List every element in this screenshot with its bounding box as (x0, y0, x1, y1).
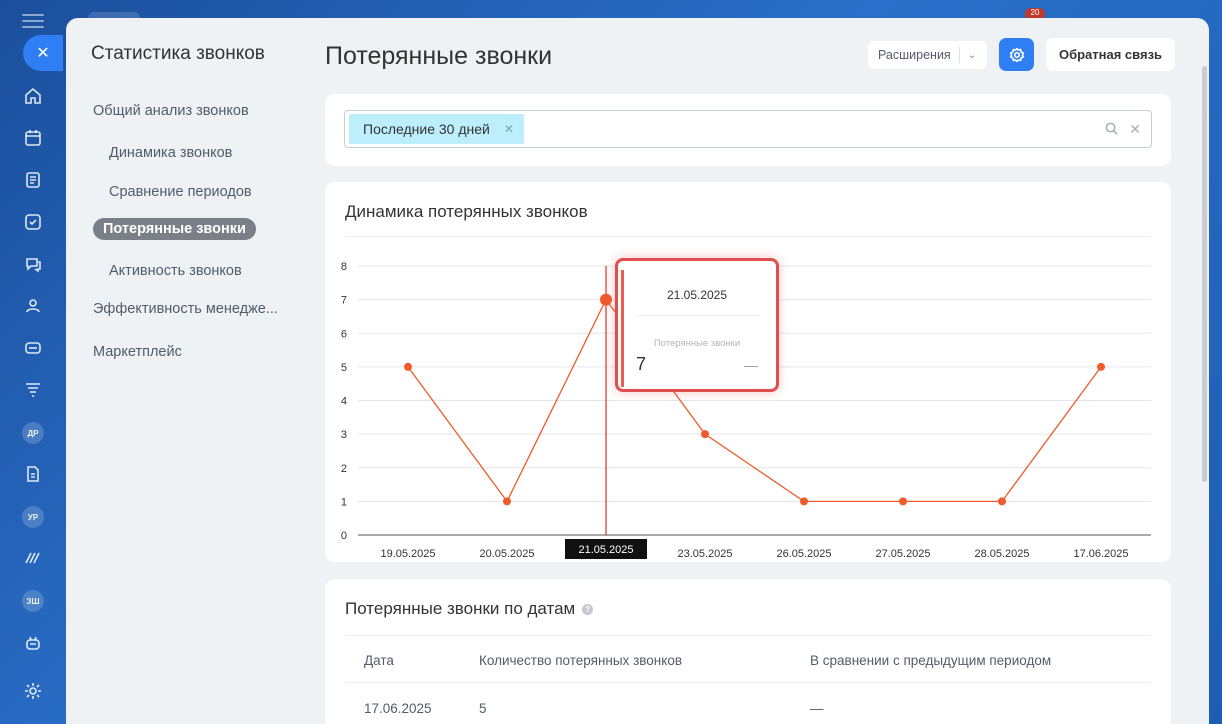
gear-icon (1009, 47, 1024, 62)
table-card: Потерянные звонки по датам ? Дата Количе… (325, 579, 1171, 724)
help-icon[interactable]: ? (582, 603, 594, 615)
nav-item-calls-dynamics[interactable]: Динамика звонков (109, 145, 232, 161)
scrollbar[interactable] (1202, 66, 1207, 482)
tooltip-value: 7 (636, 354, 647, 374)
x-highlight-label: 21.05.2025 (578, 544, 633, 556)
divider (345, 682, 1151, 683)
y-tick-label: 8 (341, 261, 347, 273)
tooltip-series-label: Потерянные звонки (653, 338, 741, 349)
settings-button[interactable] (999, 38, 1034, 71)
data-point[interactable] (899, 497, 907, 506)
search-icon[interactable] (1104, 121, 1119, 136)
tooltip-date: 21.05.2025 (666, 288, 728, 302)
nav-item-period-comparison[interactable]: Сравнение периодов (109, 184, 252, 200)
avatar[interactable]: ДР (22, 422, 44, 444)
data-point[interactable] (600, 293, 612, 306)
data-point[interactable] (998, 497, 1006, 506)
x-tick-label: 20.05.2025 (479, 548, 534, 560)
chart-tooltip: 21.05.2025 Потерянные звонки 7 — (615, 258, 779, 392)
y-tick-label: 0 (341, 530, 347, 542)
divider (634, 315, 760, 316)
data-point[interactable] (503, 497, 511, 506)
data-point[interactable] (701, 430, 709, 439)
tasks-icon[interactable] (22, 211, 44, 233)
document-icon[interactable] (22, 169, 44, 191)
nav-item-lost-calls[interactable]: Потерянные звонки (93, 218, 256, 240)
column-header-count[interactable]: Количество потерянных звонков (479, 653, 682, 668)
x-tick-label: 17.06.2025 (1073, 548, 1128, 560)
avatar[interactable]: УР (22, 506, 44, 528)
table-title: Потерянные звонки по датам ? (345, 599, 594, 619)
calendar-icon[interactable] (22, 127, 44, 149)
table-cell-comparison: — (810, 701, 824, 716)
data-point[interactable] (800, 497, 808, 506)
menu-icon[interactable] (22, 14, 44, 30)
feedback-button[interactable]: Обратная связь (1046, 38, 1175, 71)
y-tick-label: 7 (341, 295, 347, 307)
chevron-down-icon: ⌄ (967, 49, 977, 61)
filter-card: Последние 30 дней ✕ ✕ (325, 94, 1171, 166)
chat-icon[interactable] (22, 253, 44, 275)
table-title-text: Потерянные звонки по датам (345, 599, 576, 618)
avatar[interactable]: ЗШ (22, 590, 44, 612)
file-icon[interactable] (22, 463, 44, 485)
y-tick-label: 6 (341, 328, 347, 340)
nav-item-manager-efficiency[interactable]: Эффективность менедже... (93, 301, 278, 317)
search-input[interactable]: Последние 30 дней ✕ ✕ (344, 110, 1152, 148)
divider (958, 47, 960, 63)
x-tick-label: 23.05.2025 (677, 548, 732, 560)
y-tick-label: 5 (341, 362, 347, 374)
filter-chip-label: Последние 30 дней (363, 121, 490, 137)
x-tick-label: 27.05.2025 (875, 548, 930, 560)
x-tick-label: 26.05.2025 (776, 548, 831, 560)
data-point[interactable] (1097, 362, 1105, 371)
table-cell-date: 17.06.2025 (364, 701, 432, 716)
y-tick-label: 2 (341, 463, 347, 475)
filter-chip[interactable]: Последние 30 дней ✕ (349, 114, 524, 144)
page-title: Потерянные звонки (325, 42, 553, 70)
extensions-dropdown[interactable]: Расширения ⌄ (868, 41, 987, 69)
sidebar-title: Статистика звонков (91, 43, 265, 64)
nav-item-calls-activity[interactable]: Активность звонков (109, 263, 242, 279)
settings-icon[interactable] (22, 680, 44, 702)
column-header-date[interactable]: Дата (364, 653, 394, 668)
chart-card: Динамика потерянных звонков 0 1 2 3 4 5 6 7 8 19.… (325, 182, 1171, 562)
users-icon[interactable] (22, 295, 44, 317)
divider (345, 635, 1151, 636)
main-panel: Статистика звонков Общий анализ звонков … (66, 18, 1209, 724)
brand-icon[interactable] (22, 547, 44, 569)
close-button[interactable]: ✕ (23, 35, 63, 71)
robot-icon[interactable] (22, 632, 44, 654)
nav-item-marketplace[interactable]: Маркетплейс (93, 344, 182, 360)
tooltip-delta: — (744, 357, 758, 373)
y-tick-label: 4 (341, 396, 347, 408)
column-header-comparison[interactable]: В сравнении с предыдущим периодом (810, 653, 1051, 668)
nav-item-general-analysis[interactable]: Общий анализ звонков (93, 103, 249, 119)
funnel-icon[interactable] (22, 379, 44, 401)
crm-icon[interactable] (22, 337, 44, 359)
clear-icon[interactable]: ✕ (1129, 121, 1141, 138)
y-tick-label: 1 (341, 496, 347, 508)
table-cell-count: 5 (479, 701, 487, 716)
y-tick-label: 3 (341, 429, 347, 441)
home-icon[interactable] (22, 85, 44, 107)
x-tick-label: 19.05.2025 (380, 548, 435, 560)
chip-remove-icon[interactable]: ✕ (504, 122, 514, 136)
data-point[interactable] (404, 362, 412, 371)
left-rail: ✕ ДР УР ЗШ (0, 0, 66, 724)
x-tick-label: 28.05.2025 (974, 548, 1029, 560)
extensions-label: Расширения (878, 48, 951, 62)
